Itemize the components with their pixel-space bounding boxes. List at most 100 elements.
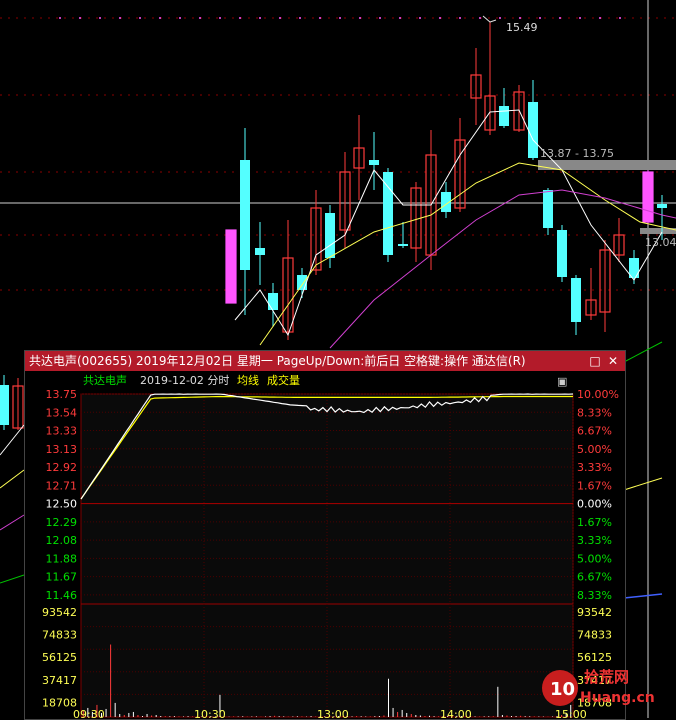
kline-range-band xyxy=(538,160,676,170)
kline-top-dot xyxy=(459,17,461,19)
kline-candle-body xyxy=(297,275,307,290)
price-tick-label: 11.67 xyxy=(46,571,78,584)
kline-high-label: 15.49 xyxy=(506,21,538,34)
percent-tick-label: 5.00% xyxy=(577,552,612,565)
kline-top-dot xyxy=(479,17,481,19)
price-tick-label: 13.33 xyxy=(46,425,78,438)
kline-ma5 xyxy=(234,109,663,337)
kline-top-dot xyxy=(99,17,101,19)
kline-top-dot xyxy=(219,17,221,19)
kline-candle-body xyxy=(225,229,237,304)
kline-top-dot xyxy=(599,17,601,19)
price-tick-label: 12.92 xyxy=(46,461,78,474)
price-tick-label: 12.08 xyxy=(46,534,78,547)
kline-candle-body xyxy=(571,278,581,322)
time-tick-label: 14:00 xyxy=(440,708,472,719)
price-tick-label: 12.50 xyxy=(46,498,78,511)
kline-top-dot xyxy=(279,17,281,19)
volume-tick-label: 37417 xyxy=(42,674,77,687)
kline-top-dot xyxy=(159,17,161,19)
kline-candle-body xyxy=(398,244,408,246)
volume-tick-label: 93542 xyxy=(577,606,612,619)
price-tick-label: 12.71 xyxy=(46,479,78,492)
kline-candle-body xyxy=(557,230,567,277)
percent-tick-label: 0.00% xyxy=(577,498,612,511)
time-tick-label: 09:30 xyxy=(73,708,105,719)
kline-top-dot xyxy=(119,17,121,19)
kline-candle-body xyxy=(268,293,278,310)
kline-top-dot xyxy=(299,17,301,19)
watermark-logo: 10 拾荒网 Huang.cn xyxy=(540,658,660,714)
kline-ma60 xyxy=(0,574,25,584)
kline-candle-body xyxy=(657,204,667,208)
avg-legend: 均线 xyxy=(237,373,259,387)
kline-top-dot xyxy=(139,17,141,19)
kline-ma20 xyxy=(0,514,25,531)
kline-range-label: 13.87 - 13.75 xyxy=(540,147,614,160)
kline-ma10 xyxy=(623,477,663,491)
kline-candle-body xyxy=(325,213,335,258)
kline-top-dot xyxy=(579,17,581,19)
kline-top-dot xyxy=(419,17,421,19)
kline-ma60 xyxy=(623,341,663,363)
volume-tick-label: 93542 xyxy=(42,606,77,619)
kline-top-dot xyxy=(439,17,441,19)
percent-tick-label: 1.67% xyxy=(577,516,612,529)
kline-candle-body xyxy=(240,160,250,270)
kline-top-dot xyxy=(179,17,181,19)
volume-tick-label: 56125 xyxy=(42,651,77,664)
percent-tick-label: 10.00% xyxy=(577,388,619,401)
kline-candle-body xyxy=(543,190,553,228)
window-titlebar[interactable]: 共达电声(002655) 2019年12月02日 星期一 PageUp/Down… xyxy=(25,351,625,371)
expand-icon[interactable]: ▣ xyxy=(557,375,567,388)
percent-tick-label: 8.33% xyxy=(577,589,612,602)
kline-top-dot xyxy=(259,17,261,19)
time-tick-label: 13:00 xyxy=(317,708,349,719)
kline-top-dot xyxy=(619,17,621,19)
kline-top-dot xyxy=(79,17,81,19)
percent-tick-label: 1.67% xyxy=(577,479,612,492)
percent-tick-label: 6.67% xyxy=(577,571,612,584)
kline-ma20 xyxy=(329,189,676,349)
minute-chart-window: 共达电声(002655) 2019年12月02日 星期一 PageUp/Down… xyxy=(24,350,626,720)
percent-tick-label: 5.00% xyxy=(577,443,612,456)
volume-legend: 成交量 xyxy=(267,373,300,387)
restore-button[interactable]: □ xyxy=(587,351,603,371)
kline-candle-body xyxy=(383,172,393,255)
volume-tick-label: 74833 xyxy=(42,629,77,642)
volume-tick-label: 18708 xyxy=(42,696,77,709)
kline-top-dot xyxy=(339,17,341,19)
kline-top-dot xyxy=(319,17,321,19)
price-tick-label: 13.13 xyxy=(46,443,78,456)
kline-candle-body xyxy=(0,385,9,425)
minute-chart: 共达电声 2019-12-02 分时 均线 成交量 ▣ 13.75 13.54 13… xyxy=(42,373,619,719)
price-tick-label: 12.29 xyxy=(46,516,78,529)
kline-top-dot xyxy=(499,17,501,19)
kline-top-dot xyxy=(399,17,401,19)
price-tick-label: 11.88 xyxy=(46,552,78,565)
kline-candle-body xyxy=(528,102,538,158)
price-tick-label: 13.75 xyxy=(46,388,78,401)
svg-text:拾荒网: 拾荒网 xyxy=(584,668,629,686)
close-button[interactable]: ✕ xyxy=(605,351,621,371)
kline-candle-body xyxy=(369,160,379,165)
kline-top-dot xyxy=(239,17,241,19)
kline-ma120 xyxy=(623,593,663,599)
svg-text:Huang.cn: Huang.cn xyxy=(580,690,655,706)
price-tick-label: 13.54 xyxy=(46,406,78,419)
kline-candle-body xyxy=(499,106,509,126)
kline-top-dot xyxy=(539,17,541,19)
kline-right-price: 13.04 xyxy=(645,236,676,249)
time-tick-label: 10:30 xyxy=(194,708,226,719)
kline-candle-body xyxy=(255,248,265,255)
percent-tick-label: 6.67% xyxy=(577,425,612,438)
window-title: 共达电声(002655) 2019年12月02日 星期一 PageUp/Down… xyxy=(29,354,526,368)
kline-top-dot xyxy=(559,17,561,19)
kline-top-dot xyxy=(59,17,61,19)
svg-text:10: 10 xyxy=(550,679,575,700)
kline-high-pointer xyxy=(482,15,497,23)
volume-tick-label: 74833 xyxy=(577,629,612,642)
chart-date-label: 2019-12-02 分时 xyxy=(140,374,229,387)
kline-ma10 xyxy=(0,469,25,489)
percent-tick-label: 3.33% xyxy=(577,534,612,547)
